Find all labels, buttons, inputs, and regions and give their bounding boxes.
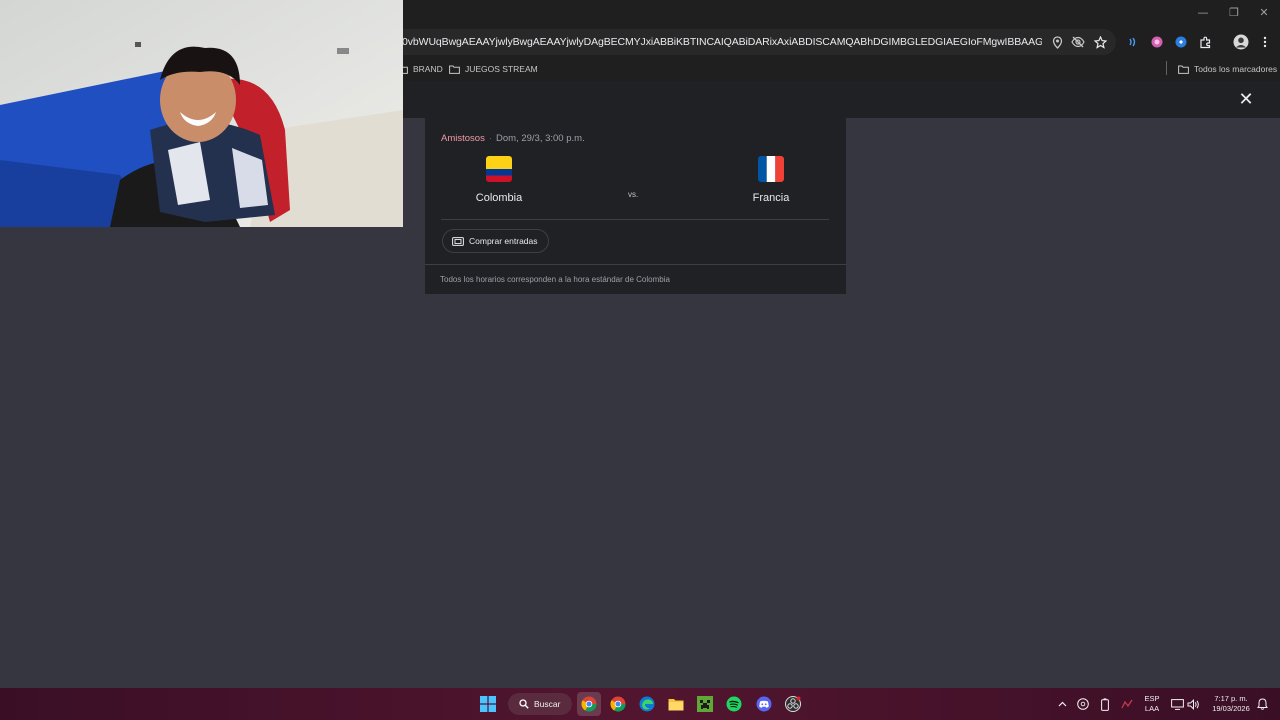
away-team-name: Francia bbox=[752, 192, 790, 204]
close-window-button[interactable]: ✕ bbox=[1250, 4, 1278, 22]
input-language-indicator[interactable]: ESP LAA bbox=[1140, 694, 1164, 714]
bookmark-star-icon[interactable] bbox=[1091, 33, 1109, 51]
taskbar-clock[interactable]: 7:17 p. m. 19/03/2026 bbox=[1205, 694, 1257, 714]
france-flag-icon bbox=[758, 156, 784, 182]
minimize-button[interactable]: — bbox=[1189, 4, 1217, 22]
bookmark-label: JUEGOS STREAM bbox=[465, 64, 538, 74]
battery-icon[interactable] bbox=[1095, 692, 1115, 716]
colombia-flag-icon bbox=[486, 156, 512, 182]
taskbar-search-button[interactable]: Buscar bbox=[508, 693, 572, 715]
maximize-button[interactable]: ❐ bbox=[1220, 4, 1248, 22]
minecraft-icon[interactable] bbox=[693, 692, 717, 716]
edge-icon[interactable] bbox=[635, 692, 659, 716]
bookmark-folder-brand[interactable]: BRAND bbox=[397, 57, 443, 81]
ticket-icon bbox=[452, 236, 464, 246]
webcam-overlay bbox=[0, 0, 403, 227]
folder-icon bbox=[449, 65, 460, 74]
browser-menu-icon[interactable] bbox=[1256, 33, 1274, 51]
buy-tickets-button[interactable]: Comprar entradas bbox=[442, 229, 549, 253]
extensions-puzzle-icon[interactable] bbox=[1196, 33, 1214, 51]
extension-pink-icon[interactable] bbox=[1148, 33, 1166, 51]
obs-icon[interactable] bbox=[781, 692, 805, 716]
card-footer-divider bbox=[425, 264, 846, 265]
buy-tickets-label: Comprar entradas bbox=[469, 236, 538, 246]
chrome-icon[interactable] bbox=[577, 692, 601, 716]
separator-dot: · bbox=[488, 133, 492, 144]
folder-icon bbox=[1178, 65, 1189, 74]
match-meta: Amistosos · Dom, 29/3, 3:00 p.m. bbox=[441, 133, 585, 144]
profile-avatar[interactable] bbox=[1232, 33, 1250, 51]
url-text[interactable]: 0vbWUqBwgAEAAYjwlyBwgAEAAYjwlyDAgBECMYJx… bbox=[402, 29, 1042, 55]
all-bookmarks-label: Todos los marcadores bbox=[1194, 64, 1278, 74]
language-code: ESP bbox=[1144, 694, 1160, 703]
tray-app-icon[interactable] bbox=[1117, 692, 1137, 716]
away-team[interactable]: Francia bbox=[716, 156, 826, 204]
match-card: Amistosos · Dom, 29/3, 3:00 p.m. Colombia … bbox=[425, 118, 846, 294]
bookmarks-divider bbox=[1166, 61, 1167, 75]
timezone-note: Todos los horarios corresponden a la hor… bbox=[440, 275, 670, 284]
extension-wave-icon[interactable] bbox=[1124, 33, 1142, 51]
chrome-icon[interactable] bbox=[606, 692, 630, 716]
file-explorer-icon[interactable] bbox=[664, 692, 688, 716]
discord-icon[interactable] bbox=[752, 692, 776, 716]
competition-label[interactable]: Amistosos bbox=[441, 133, 485, 144]
match-datetime: Dom, 29/3, 3:00 p.m. bbox=[496, 133, 585, 144]
all-bookmarks-folder[interactable]: Todos los marcadores bbox=[1178, 57, 1277, 81]
eye-off-icon[interactable] bbox=[1069, 33, 1087, 51]
volume-icon[interactable] bbox=[1183, 692, 1203, 716]
search-label: Buscar bbox=[534, 699, 561, 709]
bookmark-folder-juegos-stream[interactable]: JUEGOS STREAM bbox=[449, 57, 538, 81]
tray-overflow-chevron-icon[interactable] bbox=[1052, 692, 1072, 716]
notification-bell-icon[interactable] bbox=[1254, 692, 1270, 716]
webcam-scene bbox=[0, 0, 403, 227]
card-divider bbox=[441, 219, 829, 220]
close-icon[interactable]: ✕ bbox=[1236, 90, 1256, 110]
home-team-name: Colombia bbox=[475, 192, 523, 204]
home-team[interactable]: Colombia bbox=[444, 156, 554, 204]
bookmark-label: BRAND bbox=[413, 64, 443, 74]
keyboard-layout-code: LAA bbox=[1144, 704, 1160, 713]
spotify-icon[interactable] bbox=[722, 692, 746, 716]
extension-blue-icon[interactable] bbox=[1172, 33, 1190, 51]
clock-date: 19/03/2026 bbox=[1212, 704, 1250, 713]
search-icon bbox=[519, 699, 529, 709]
clock-time: 7:17 p. m. bbox=[1214, 694, 1248, 703]
location-icon[interactable] bbox=[1048, 33, 1066, 51]
windows-start-icon[interactable] bbox=[476, 692, 500, 716]
vs-label: vs. bbox=[628, 190, 639, 199]
tray-obs-icon[interactable] bbox=[1073, 692, 1093, 716]
